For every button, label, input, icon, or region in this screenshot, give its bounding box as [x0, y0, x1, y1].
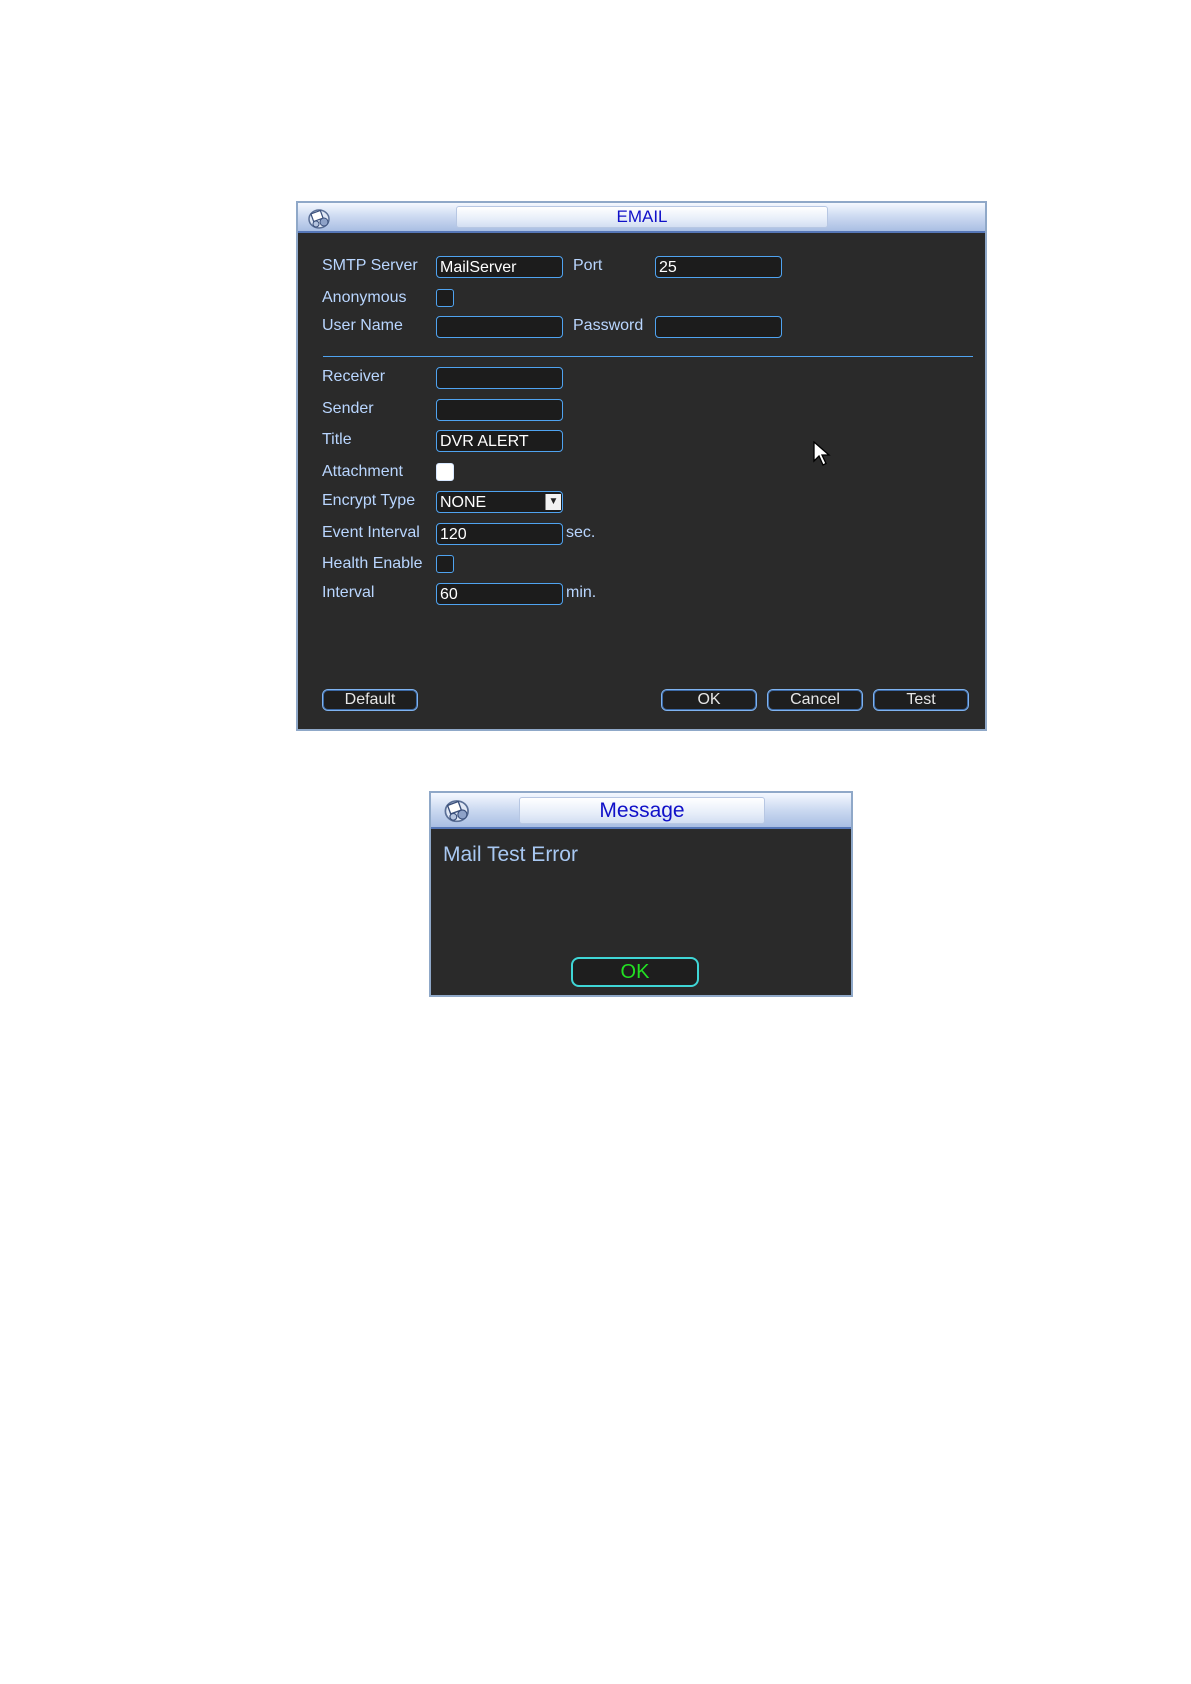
message-text: Mail Test Error [443, 843, 578, 866]
user-name-input[interactable] [436, 316, 563, 338]
event-interval-label: Event Interval [322, 524, 420, 541]
interval-label: Interval [322, 584, 375, 601]
title-label: Title [322, 431, 352, 448]
message-dialog-titlebar[interactable]: Message [431, 793, 851, 829]
smtp-server-label: SMTP Server [322, 257, 418, 274]
ok-button[interactable]: OK [661, 689, 757, 711]
dvr-logo-icon [444, 800, 469, 823]
message-dialog-title: Message [519, 797, 765, 824]
attachment-checkbox[interactable] [436, 463, 454, 481]
receiver-label: Receiver [322, 368, 386, 385]
receiver-input[interactable] [436, 367, 563, 389]
event-interval-input[interactable]: 120 [436, 523, 563, 545]
anonymous-checkbox[interactable] [436, 289, 454, 307]
message-ok-button[interactable]: OK [571, 957, 699, 987]
email-dialog-titlebar[interactable]: EMAIL [298, 203, 985, 233]
sender-input[interactable] [436, 399, 563, 421]
user-name-label: User Name [322, 317, 403, 334]
chevron-down-icon[interactable]: ▼ [545, 494, 561, 510]
form-separator [323, 356, 973, 357]
title-input[interactable]: DVR ALERT [436, 430, 563, 452]
interval-input[interactable]: 60 [436, 583, 563, 605]
password-label: Password [573, 317, 644, 334]
health-enable-checkbox[interactable] [436, 555, 454, 573]
encrypt-type-value: NONE [440, 494, 487, 511]
password-input[interactable] [655, 316, 782, 338]
cancel-button[interactable]: Cancel [767, 689, 863, 711]
event-interval-unit: sec. [566, 524, 596, 541]
health-enable-label: Health Enable [322, 555, 423, 572]
email-dialog: EMAIL SMTP Server MailServer Port 25 Ano… [296, 201, 987, 731]
port-label: Port [573, 257, 603, 274]
default-button[interactable]: Default [322, 689, 418, 711]
interval-unit: min. [566, 584, 597, 601]
sender-label: Sender [322, 400, 374, 417]
encrypt-type-label: Encrypt Type [322, 492, 416, 509]
encrypt-type-select[interactable]: NONE ▼ [436, 491, 563, 513]
port-input[interactable]: 25 [655, 256, 782, 278]
test-button[interactable]: Test [873, 689, 969, 711]
smtp-server-input[interactable]: MailServer [436, 256, 563, 278]
dvr-logo-icon [308, 209, 330, 229]
message-dialog: Message Mail Test Error OK [429, 791, 853, 997]
email-dialog-title: EMAIL [456, 206, 828, 228]
anonymous-label: Anonymous [322, 289, 407, 306]
mouse-pointer-icon [813, 441, 831, 466]
attachment-label: Attachment [322, 463, 403, 480]
